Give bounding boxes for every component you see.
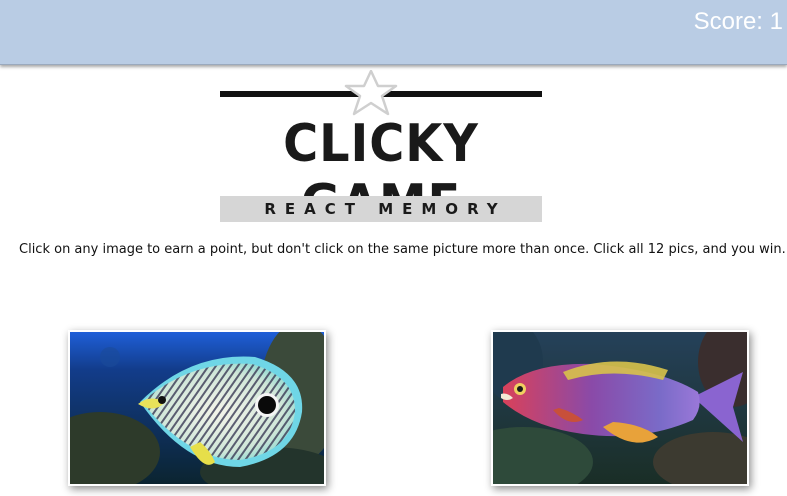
fish-card-wrasse[interactable] xyxy=(491,330,749,486)
score-display: Score: 1 xyxy=(693,8,783,35)
wrasse-image xyxy=(493,332,747,484)
star-icon xyxy=(344,70,398,116)
instructions-text: Click on any image to earn a point, but … xyxy=(19,242,786,257)
top-navbar: Score: 1 xyxy=(0,0,787,65)
logo-subtitle: REACT MEMORY xyxy=(220,196,542,222)
clicky-game-logo: CLICKY GAME REACT MEMORY xyxy=(220,70,542,234)
butterflyfish-image xyxy=(70,332,324,484)
fish-card-butterflyfish[interactable] xyxy=(68,330,326,486)
